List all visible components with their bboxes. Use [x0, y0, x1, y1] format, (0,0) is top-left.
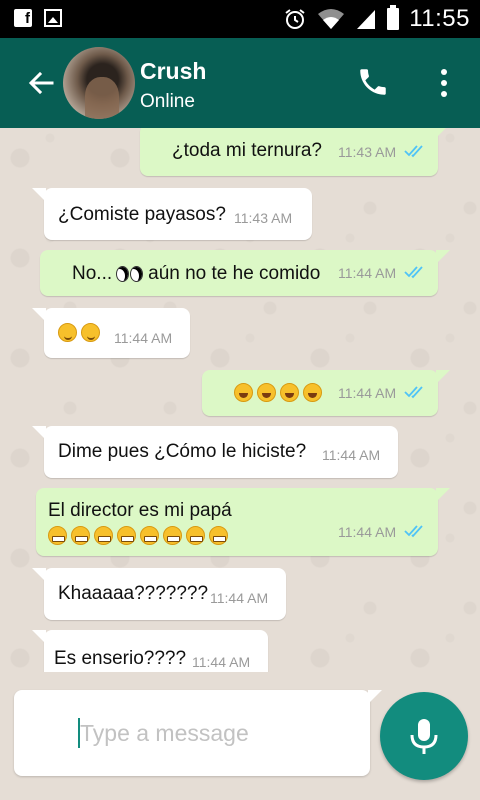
grimacing-face-emoji — [71, 526, 90, 545]
message-time: 11:44 AM — [338, 524, 397, 540]
grimacing-face-emoji — [163, 526, 182, 545]
grimacing-face-emoji — [48, 526, 67, 545]
message-time: 11:44 AM — [114, 330, 173, 346]
more-vert-icon[interactable] — [430, 66, 458, 100]
mic-icon — [410, 719, 438, 754]
message-text-part: No... — [72, 263, 113, 284]
smirking-face-emoji — [81, 323, 100, 342]
message-time: 11:44 AM — [192, 654, 251, 670]
contact-name[interactable]: Crush — [140, 58, 206, 85]
message-text: Es enserio???? — [54, 648, 187, 669]
system-icons: 11:55 — [283, 4, 470, 34]
alarm-icon — [285, 9, 305, 29]
message-emoji — [234, 383, 326, 405]
message-text: El director es mi papá — [48, 500, 232, 521]
incoming-message[interactable]: ¿Comiste payasos? 11:43 AM — [32, 188, 312, 240]
contact-status: Online — [140, 91, 195, 112]
smirking-face-emoji — [58, 323, 77, 342]
message-input[interactable] — [80, 715, 350, 751]
phone-icon[interactable] — [356, 65, 390, 99]
contact-avatar[interactable] — [63, 47, 135, 119]
double-check-icon — [404, 386, 423, 399]
grimacing-face-emoji — [140, 526, 159, 545]
message-text: Khaaaaa??????? — [58, 583, 209, 604]
double-check-icon — [404, 525, 423, 538]
message-time: 11:44 AM — [322, 447, 381, 463]
grimacing-face-emoji — [209, 526, 228, 545]
message-emoji — [58, 323, 104, 345]
tears-of-joy-emoji — [280, 383, 299, 402]
message-text-part: aún no te he comido — [148, 263, 321, 284]
outgoing-message[interactable]: ¿toda mi ternura? 11:43 AM — [140, 128, 450, 176]
message-composer — [14, 690, 382, 776]
message-text: No... aún no te he comido — [72, 263, 320, 285]
tears-of-joy-emoji — [303, 383, 322, 402]
tears-of-joy-emoji — [257, 383, 276, 402]
tears-of-joy-emoji — [234, 383, 253, 402]
incoming-message[interactable]: Dime pues ¿Cómo le hiciste? 11:44 AM — [32, 426, 398, 478]
battery-icon — [387, 5, 400, 30]
message-time: 11:43 AM — [234, 210, 293, 226]
signal-icon — [357, 10, 376, 29]
message-text: Dime pues ¿Cómo le hiciste? — [58, 441, 307, 462]
notification-icons: f — [14, 9, 62, 27]
chat-header: Crush Online — [0, 38, 480, 128]
grimacing-face-emoji — [117, 526, 136, 545]
message-text: ¿Comiste payasos? — [58, 204, 226, 225]
mic-button[interactable] — [380, 692, 468, 780]
message-time: 11:43 AM — [338, 144, 397, 160]
grimacing-face-emoji — [186, 526, 205, 545]
outgoing-message[interactable]: El director es mi papá 11:44 AM — [36, 488, 450, 556]
facebook-icon: f — [14, 9, 32, 27]
outgoing-message[interactable]: No... aún no te he comido 11:44 AM — [40, 250, 450, 296]
image-icon — [44, 9, 62, 27]
eyes-emoji — [116, 264, 144, 282]
back-arrow-icon[interactable] — [24, 66, 58, 100]
incoming-message[interactable]: Khaaaaa??????? 11:44 AM — [32, 568, 286, 620]
incoming-message[interactable]: 11:44 AM — [32, 308, 190, 358]
message-list[interactable]: ¿toda mi ternura? 11:43 AM ¿Comiste paya… — [0, 128, 480, 672]
clock: 11:55 — [409, 5, 470, 32]
message-text: ¿toda mi ternura? — [172, 140, 322, 161]
incoming-message[interactable]: Es enserio???? 11:44 AM — [32, 630, 268, 672]
double-check-icon — [404, 145, 423, 158]
message-emoji — [48, 526, 232, 548]
grimacing-face-emoji — [94, 526, 113, 545]
status-bar: f 11:55 — [0, 0, 480, 38]
message-time: 11:44 AM — [210, 590, 269, 606]
message-time: 11:44 AM — [338, 265, 397, 281]
outgoing-message[interactable]: 11:44 AM — [202, 370, 450, 416]
double-check-icon — [404, 266, 423, 279]
message-time: 11:44 AM — [338, 385, 397, 401]
wifi-icon — [318, 9, 345, 29]
